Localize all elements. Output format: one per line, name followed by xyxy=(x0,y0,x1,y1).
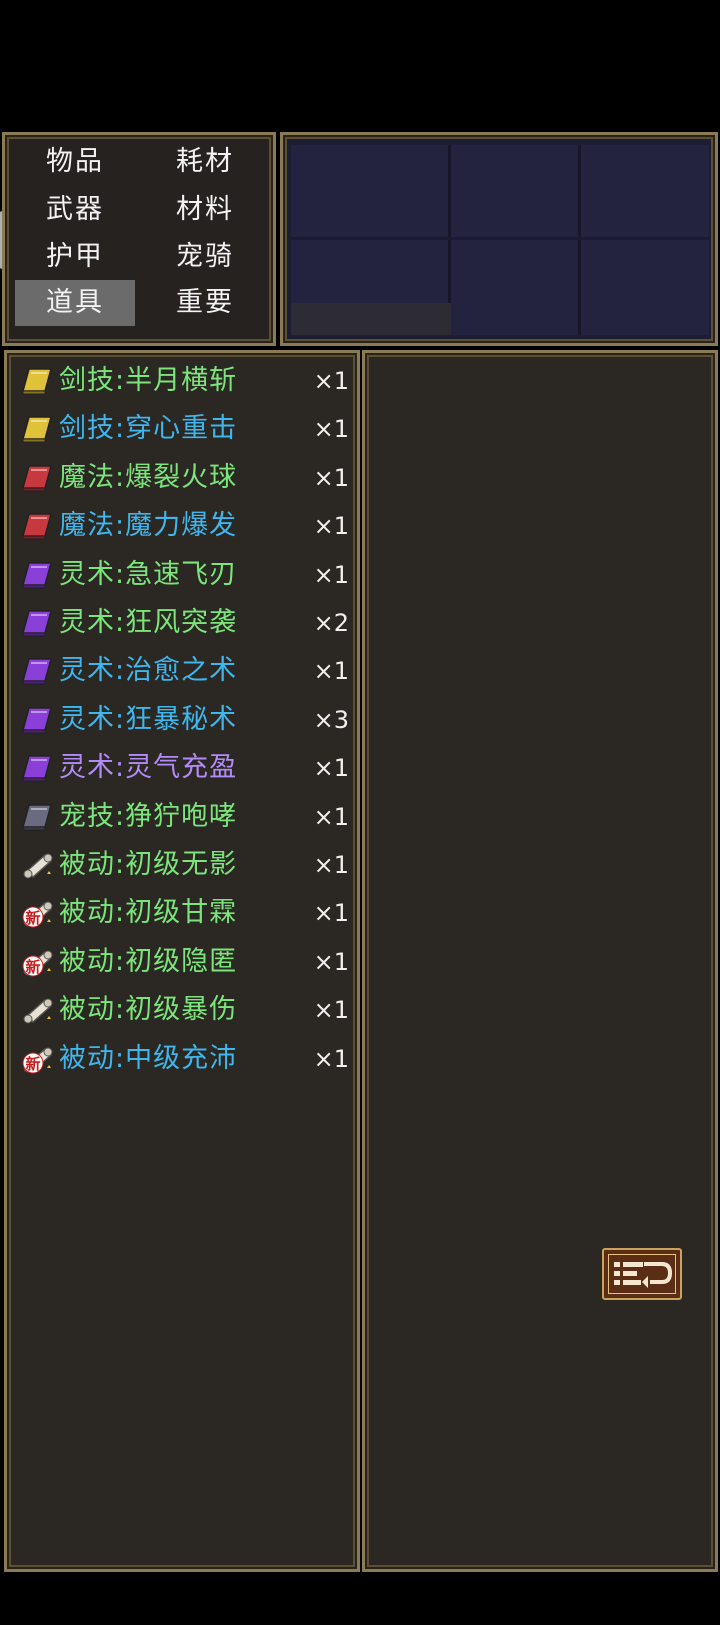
gray-book-icon xyxy=(21,801,55,833)
item-detail-panel xyxy=(362,350,718,1572)
list-item[interactable]: 新 被动:初级甘霖 ×1 xyxy=(19,889,349,937)
list-item[interactable]: 新 被动:中级充沛 ×1 xyxy=(19,1035,349,1083)
svg-text:新: 新 xyxy=(25,958,40,976)
item-preview-panel xyxy=(280,132,718,346)
item-name: 被动:初级隐匿 xyxy=(59,945,238,977)
item-list-panel: 剑技:半月横斩 ×1 剑技:穿心重击 ×1 魔法:爆裂火球 ×1 魔法:魔力爆发 ×1 灵术:急… xyxy=(4,350,360,1572)
item-quantity: ×1 xyxy=(313,899,349,928)
item-name: 灵术:狂风突袭 xyxy=(59,607,238,638)
list-item[interactable]: 新 被动:初级隐匿 ×1 xyxy=(19,938,349,986)
list-item[interactable]: 宠技:狰狞咆哮 ×1 xyxy=(19,793,349,841)
tab-category[interactable]: 重要 xyxy=(145,280,265,326)
gold-book-icon xyxy=(21,413,55,445)
purple-book-icon xyxy=(21,752,55,784)
item-name: 魔法:魔力爆发 xyxy=(59,510,238,542)
list-item[interactable]: 被动:初级暴伤 ×1 xyxy=(19,986,349,1034)
list-item[interactable]: 魔法:魔力爆发 ×1 xyxy=(19,502,349,550)
purple-book-icon xyxy=(21,704,55,736)
scroll-icon xyxy=(21,849,55,881)
item-name: 灵术:狂暴秘术 xyxy=(59,703,238,735)
list-item[interactable]: 剑技:穿心重击 ×1 xyxy=(19,405,349,453)
gold-book-icon xyxy=(21,365,55,397)
tab-category[interactable]: 物品 xyxy=(15,139,135,185)
item-quantity: ×2 xyxy=(313,609,349,637)
tab-category[interactable]: 护甲 xyxy=(15,234,135,280)
tab-category[interactable]: 宠骑 xyxy=(145,234,265,280)
item-name: 灵术:灵气充盈 xyxy=(59,752,238,784)
item-quantity: ×1 xyxy=(313,367,349,395)
sort-list-icon xyxy=(614,1262,673,1288)
list-item[interactable]: 灵术:急速飞刃 ×1 xyxy=(19,551,349,599)
purple-book-icon xyxy=(21,655,55,687)
new-scroll-icon: 新 xyxy=(21,897,55,929)
preview-grid-divider xyxy=(291,237,709,240)
red-book-icon xyxy=(21,462,55,494)
purple-book-icon xyxy=(21,559,55,591)
item-name: 被动:初级甘霖 xyxy=(59,897,238,929)
list-item[interactable]: 灵术:灵气充盈 ×1 xyxy=(19,744,349,792)
new-scroll-icon: 新 xyxy=(21,946,55,978)
item-quantity: ×1 xyxy=(313,512,349,541)
list-item[interactable]: 剑技:半月横斩 ×1 xyxy=(19,357,349,405)
item-name: 魔法:爆裂火球 xyxy=(59,461,238,493)
item-quantity: ×1 xyxy=(313,802,349,831)
tab-category[interactable]: 道具 xyxy=(15,280,135,326)
tab-category[interactable]: 材料 xyxy=(145,187,265,233)
item-name: 灵术:治愈之术 xyxy=(59,655,238,687)
new-scroll-icon: 新 xyxy=(21,1043,55,1075)
tab-category[interactable]: 耗材 xyxy=(145,139,265,185)
item-quantity: ×1 xyxy=(313,1044,349,1073)
item-quantity: ×1 xyxy=(313,463,349,492)
list-item[interactable]: 灵术:狂风突袭 ×2 xyxy=(19,599,349,647)
item-quantity: ×3 xyxy=(313,705,349,734)
sort-items-button[interactable] xyxy=(602,1248,682,1300)
preview-grid-cell xyxy=(291,303,451,335)
tab-category[interactable]: 武器 xyxy=(15,187,135,233)
list-item[interactable]: 灵术:狂暴秘术 ×3 xyxy=(19,696,349,744)
red-book-icon xyxy=(21,510,55,542)
list-item[interactable]: 魔法:爆裂火球 ×1 xyxy=(19,454,349,502)
purple-book-icon xyxy=(21,607,55,639)
list-item[interactable]: 灵术:治愈之术 ×1 xyxy=(19,647,349,695)
item-quantity: ×1 xyxy=(313,657,349,686)
item-name: 剑技:穿心重击 xyxy=(59,413,238,445)
item-quantity: ×1 xyxy=(313,996,349,1025)
item-quantity: ×1 xyxy=(313,560,349,589)
category-panel: 物品 耗材 武器 材料 护甲 宠骑 道具 重要 xyxy=(2,132,276,346)
scroll-icon xyxy=(21,994,55,1026)
preview-grid xyxy=(291,145,709,335)
item-quantity: ×1 xyxy=(313,851,349,879)
item-name: 灵术:急速飞刃 xyxy=(59,558,238,590)
item-quantity: ×1 xyxy=(313,754,349,783)
item-name: 被动:初级暴伤 xyxy=(59,994,238,1026)
item-quantity: ×1 xyxy=(313,415,349,444)
list-item[interactable]: 被动:初级无影 ×1 xyxy=(19,841,349,889)
svg-text:新: 新 xyxy=(25,1055,40,1073)
item-quantity: ×1 xyxy=(313,947,349,976)
item-name: 被动:初级无影 xyxy=(59,849,238,880)
svg-text:新: 新 xyxy=(25,909,40,927)
item-name: 宠技:狰狞咆哮 xyxy=(59,800,238,832)
item-name: 被动:中级充沛 xyxy=(59,1042,238,1074)
item-name: 剑技:半月横斩 xyxy=(59,365,238,396)
